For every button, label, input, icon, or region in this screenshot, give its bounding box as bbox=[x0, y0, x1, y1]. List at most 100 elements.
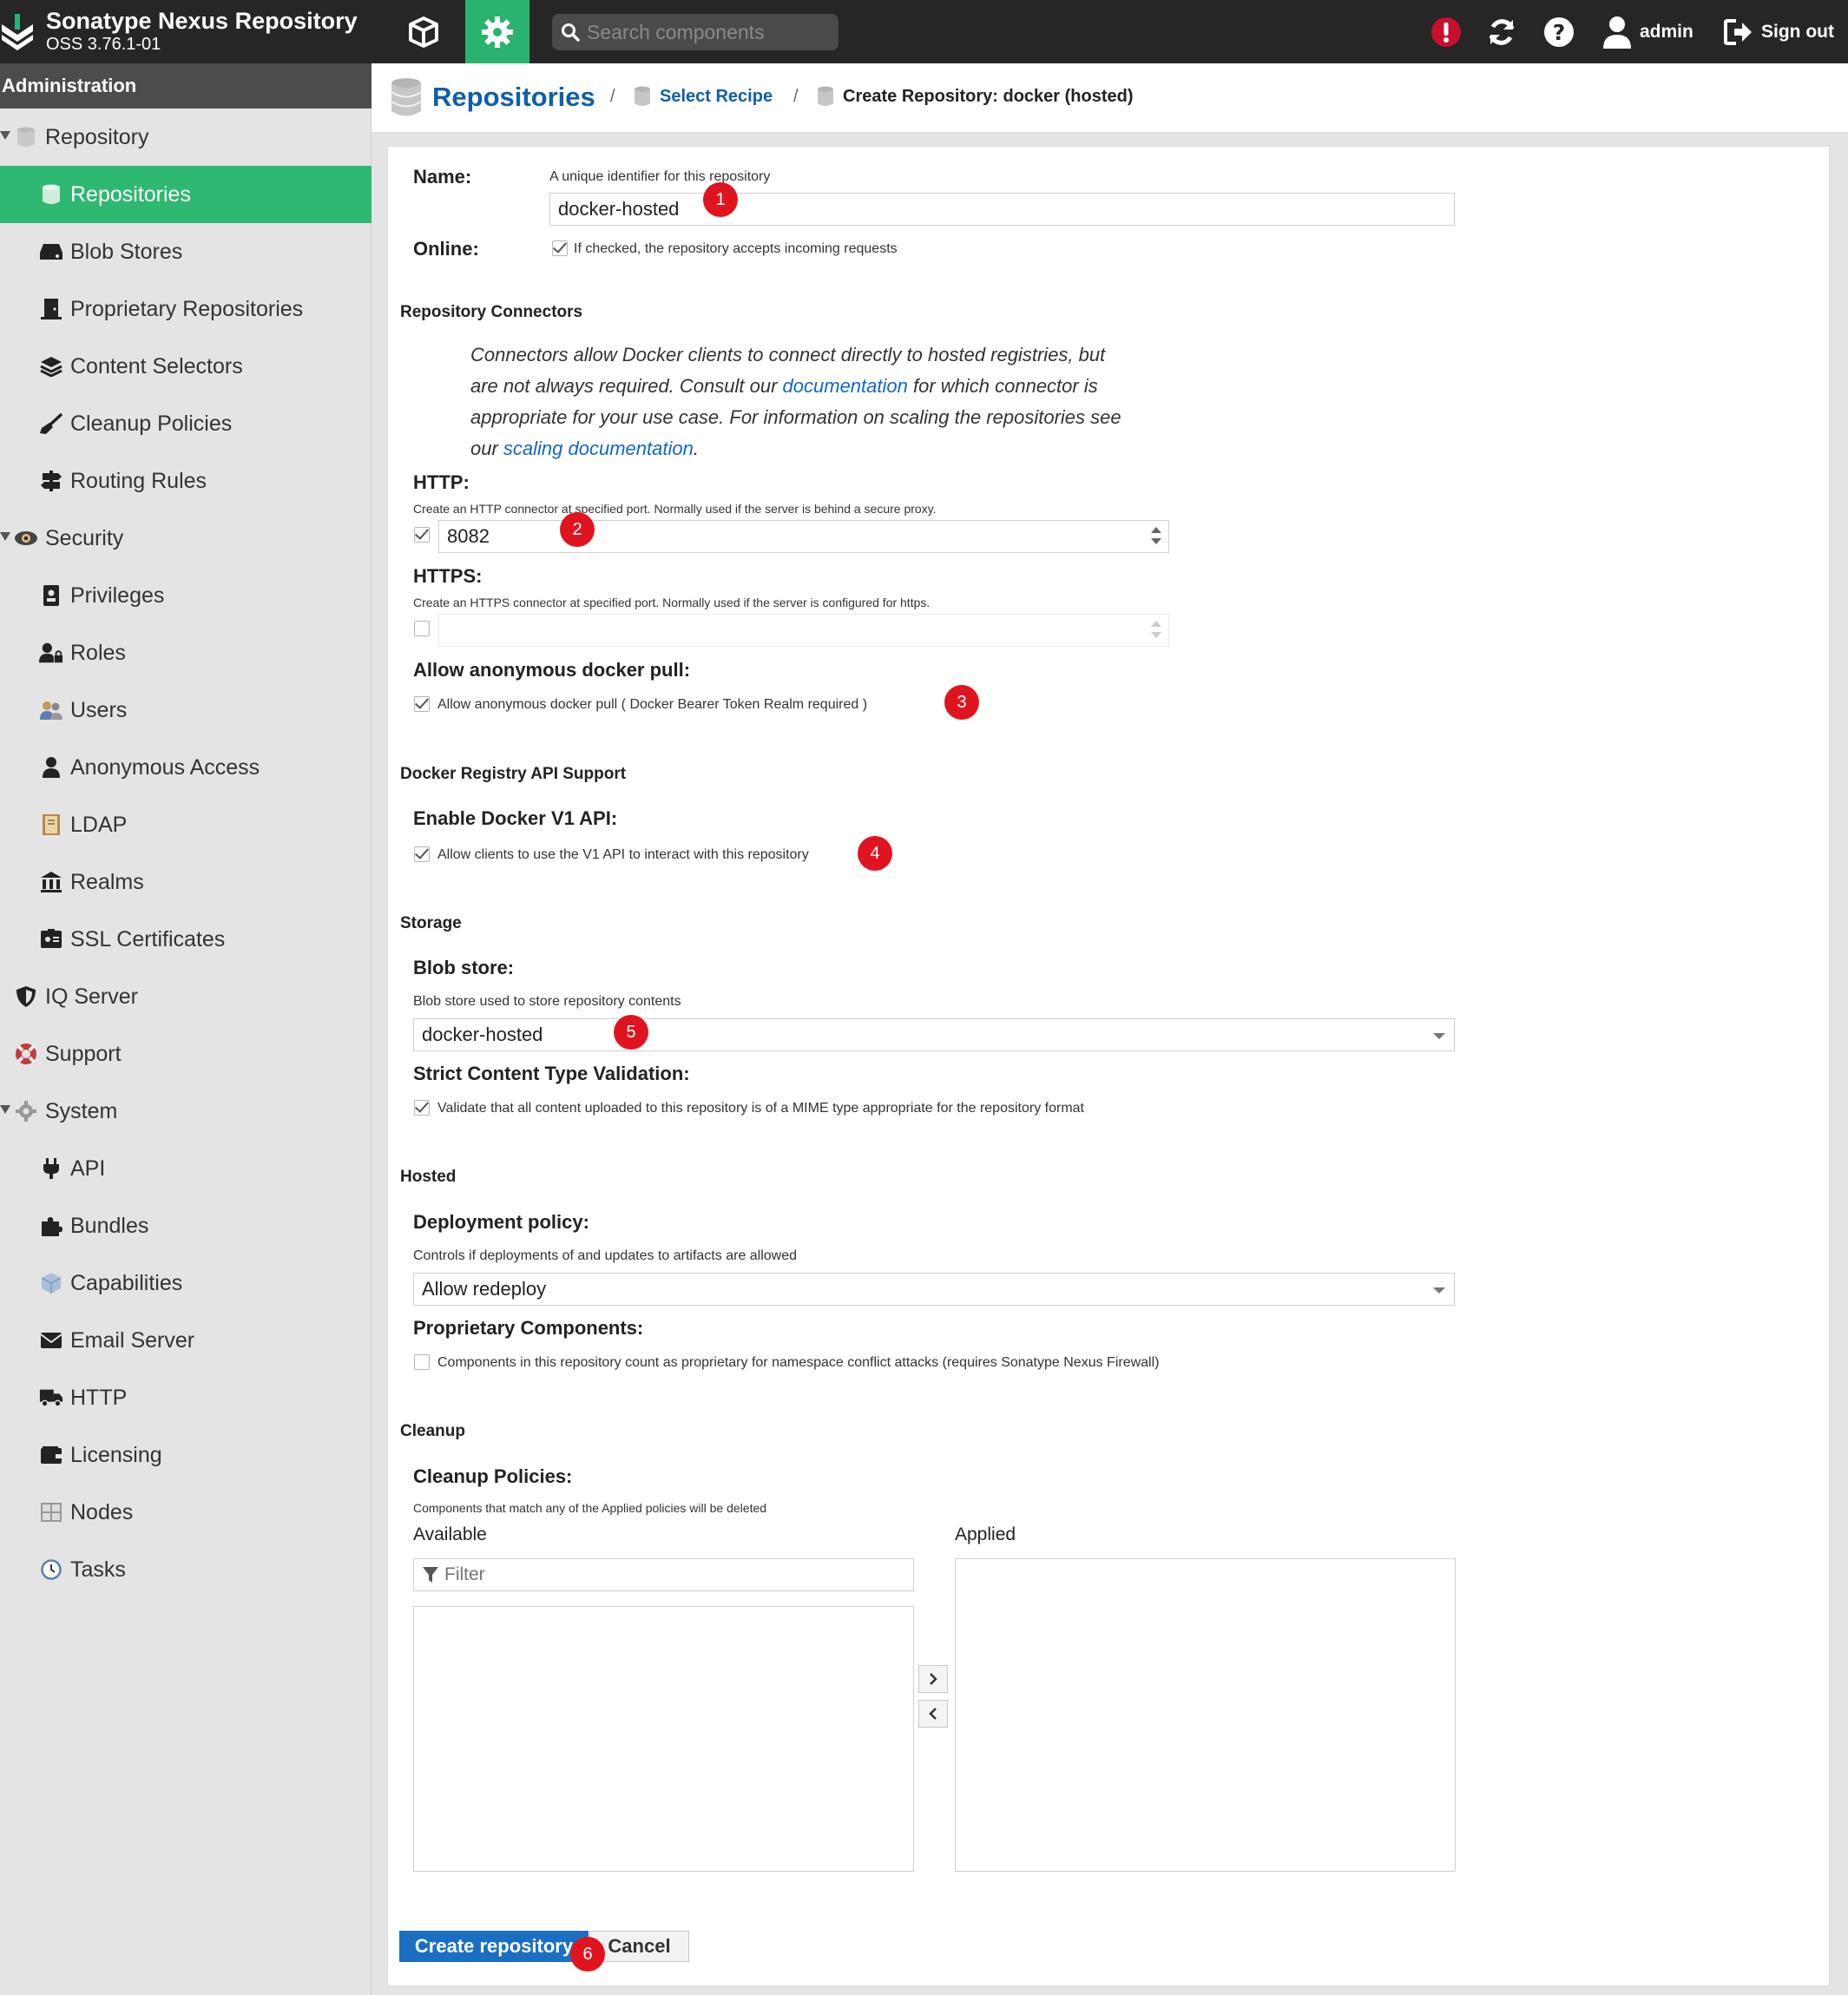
cleanup-section-title: Cleanup bbox=[400, 1422, 465, 1440]
sidebar-item-cleanup-policies[interactable]: Cleanup Policies bbox=[0, 395, 372, 452]
filter-icon bbox=[423, 1567, 438, 1583]
browse-button[interactable] bbox=[396, 0, 451, 63]
create-repository-button[interactable]: Create repository bbox=[399, 1931, 589, 1962]
sidebar-item-capabilities[interactable]: Capabilities bbox=[0, 1254, 372, 1312]
caret-down-icon[interactable] bbox=[0, 532, 10, 541]
sidebar-item-blob-stores[interactable]: Blob Stores bbox=[0, 223, 372, 280]
https-label: HTTPS: bbox=[413, 565, 483, 587]
sidebar-item-tasks[interactable]: Tasks bbox=[0, 1541, 372, 1598]
sidebar-item-bundles[interactable]: Bundles bbox=[0, 1197, 372, 1254]
sidebar-item-content-selectors[interactable]: Content Selectors bbox=[0, 338, 372, 395]
annotation-badge-1: 1 bbox=[703, 182, 738, 217]
sidebar-item-anonymous-access[interactable]: Anonymous Access bbox=[0, 739, 372, 796]
signout-button[interactable]: Sign out bbox=[1724, 0, 1834, 63]
strict-validation-checkbox[interactable] bbox=[414, 1100, 430, 1116]
breadcrumb-root[interactable]: Repositories bbox=[389, 77, 595, 117]
move-left-button[interactable] bbox=[918, 1700, 948, 1728]
sidebar-item-ssl-certificates[interactable]: SSL Certificates bbox=[0, 911, 372, 968]
available-policies-list[interactable] bbox=[413, 1606, 914, 1872]
sidebar-item-roles[interactable]: Roles bbox=[0, 624, 372, 681]
http-port-input[interactable]: 8082 bbox=[438, 520, 1169, 553]
sidebar-item-routing-rules[interactable]: Routing Rules bbox=[0, 452, 372, 510]
strict-validation-help: Validate that all content uploaded to th… bbox=[437, 1101, 1084, 1116]
sidebar-item-support[interactable]: Support bbox=[0, 1025, 372, 1083]
available-label: Available bbox=[413, 1524, 487, 1544]
cleanup-policies-label: Cleanup Policies: bbox=[413, 1465, 573, 1487]
breadcrumb-step2-label: Create Repository: docker (hosted) bbox=[843, 86, 1134, 106]
https-port-input[interactable] bbox=[438, 614, 1169, 647]
lifebuoy-icon bbox=[14, 1042, 38, 1066]
sidebar-item-repositories[interactable]: Repositories bbox=[0, 166, 372, 223]
sidebar-item-realms[interactable]: Realms bbox=[0, 853, 372, 911]
alert-icon[interactable] bbox=[1429, 0, 1463, 63]
anonymous-pull-checkbox[interactable] bbox=[414, 696, 430, 712]
annotation-badge-3: 3 bbox=[944, 685, 979, 720]
caret-down-icon[interactable] bbox=[0, 131, 10, 140]
name-help: A unique identifier for this repository bbox=[549, 169, 771, 184]
scaling-documentation-link[interactable]: scaling documentation bbox=[503, 438, 694, 459]
sidebar-item-label: LDAP bbox=[70, 812, 128, 837]
proprietary-checkbox[interactable] bbox=[414, 1354, 430, 1370]
cleanup-filter-input[interactable] bbox=[444, 1564, 896, 1585]
sidebar-item-label: Bundles bbox=[70, 1213, 149, 1238]
user-menu[interactable]: admin bbox=[1602, 0, 1693, 63]
chevron-down-icon[interactable] bbox=[1433, 1033, 1445, 1039]
online-checkbox[interactable] bbox=[552, 240, 568, 256]
sidebar-item-licensing[interactable]: Licensing bbox=[0, 1426, 372, 1484]
sidebar-item-label: Proprietary Repositories bbox=[70, 296, 304, 321]
sidebar-item-label: Routing Rules bbox=[70, 468, 207, 493]
sonatype-logo-icon[interactable] bbox=[0, 12, 35, 52]
sidebar-item-privileges[interactable]: Privileges bbox=[0, 567, 372, 624]
sidebar-item-repository[interactable]: Repository bbox=[0, 109, 372, 166]
sidebar-item-label: Email Server bbox=[70, 1327, 195, 1353]
port-spinner-icon[interactable] bbox=[1151, 527, 1161, 546]
sidebar-item-users[interactable]: Users bbox=[0, 681, 372, 739]
chevron-right-icon bbox=[930, 1673, 937, 1685]
sidebar-item-ldap[interactable]: LDAP bbox=[0, 796, 372, 853]
search-box[interactable] bbox=[552, 14, 839, 50]
sidebar-item-iq-server[interactable]: IQ Server bbox=[0, 968, 372, 1025]
sidebar-item-api[interactable]: API bbox=[0, 1140, 372, 1197]
user-icon bbox=[39, 755, 63, 780]
blob-store-select[interactable]: docker-hosted bbox=[413, 1018, 1455, 1051]
sidebar-item-system[interactable]: System bbox=[0, 1083, 372, 1140]
documentation-link[interactable]: documentation bbox=[783, 375, 908, 397]
sign-out-icon bbox=[1724, 18, 1752, 45]
deployment-policy-select[interactable]: Allow redeploy bbox=[413, 1273, 1455, 1306]
https-checkbox[interactable] bbox=[414, 621, 430, 636]
http-checkbox[interactable] bbox=[414, 527, 430, 543]
puzzle-icon bbox=[39, 1214, 63, 1238]
sidebar-item-email-server[interactable]: Email Server bbox=[0, 1312, 372, 1369]
cube-icon bbox=[39, 1271, 63, 1295]
caret-down-icon[interactable] bbox=[0, 1105, 10, 1114]
sidebar-item-nodes[interactable]: Nodes bbox=[0, 1484, 372, 1541]
move-right-button[interactable] bbox=[918, 1665, 948, 1693]
sidebar-item-label: Users bbox=[70, 697, 128, 722]
breadcrumb-separator: / bbox=[793, 87, 799, 106]
applied-policies-list[interactable] bbox=[955, 1558, 1456, 1872]
name-input[interactable]: docker-hosted bbox=[549, 193, 1455, 226]
sidebar-item-security[interactable]: Security bbox=[0, 510, 372, 567]
port-spinner-icon[interactable] bbox=[1151, 621, 1161, 640]
sidebar-item-label: Support bbox=[45, 1041, 122, 1066]
database-icon bbox=[635, 86, 650, 106]
sidebar-item-label: Anonymous Access bbox=[70, 754, 260, 780]
plug-icon bbox=[39, 1156, 63, 1181]
chevron-down-icon[interactable] bbox=[1433, 1287, 1445, 1294]
v1-api-checkbox[interactable] bbox=[414, 846, 430, 862]
refresh-icon[interactable] bbox=[1484, 0, 1519, 63]
strict-validation-label: Strict Content Type Validation: bbox=[413, 1063, 690, 1084]
administration-button[interactable] bbox=[465, 0, 529, 63]
help-icon[interactable]: ? bbox=[1542, 0, 1576, 63]
breadcrumb-select-recipe[interactable]: Select Recipe bbox=[634, 86, 773, 107]
sidebar-item-proprietary-repositories[interactable]: Proprietary Repositories bbox=[0, 280, 372, 338]
admin-sidebar: Administration Repository Repositories Blo… bbox=[0, 63, 372, 1995]
create-repository-form: Name: A unique identifier for this repos… bbox=[387, 146, 1830, 1986]
cleanup-filter[interactable] bbox=[413, 1558, 914, 1591]
sidebar-item-label: Security bbox=[45, 525, 124, 550]
sidebar-item-label: Cleanup Policies bbox=[70, 411, 233, 436]
search-input[interactable] bbox=[587, 20, 821, 44]
deployment-policy-label: Deployment policy: bbox=[413, 1211, 589, 1233]
sidebar-item-http[interactable]: HTTP bbox=[0, 1369, 372, 1426]
clock-icon bbox=[39, 1557, 63, 1582]
